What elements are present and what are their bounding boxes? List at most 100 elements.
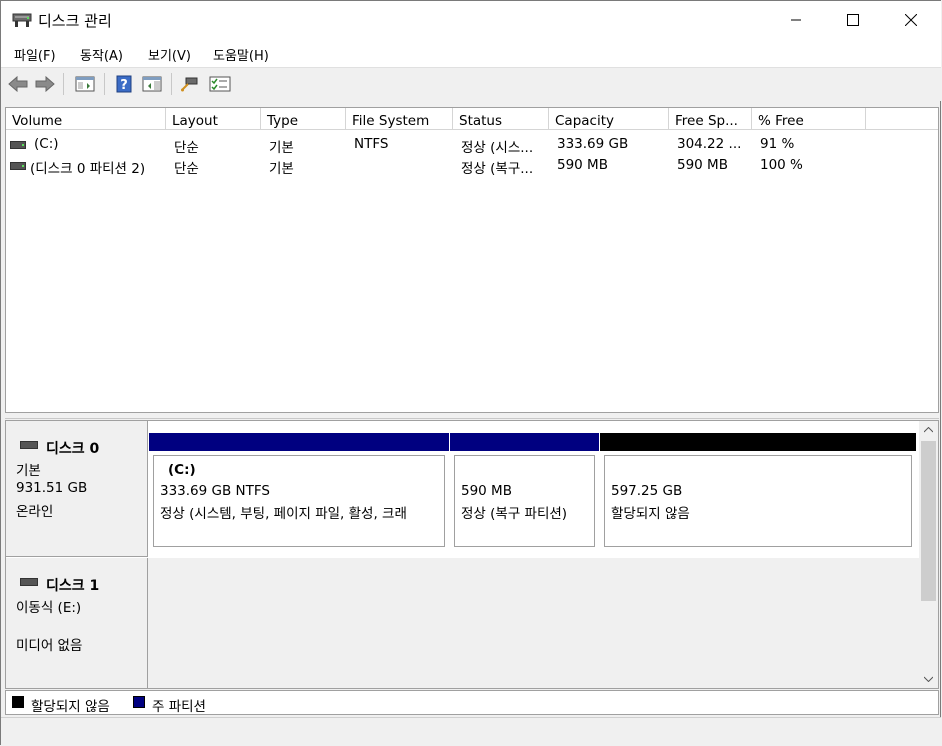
column-header-status[interactable]: Status bbox=[453, 108, 549, 130]
cell-percent-free: 100 % bbox=[760, 157, 803, 173]
menu-file[interactable]: 파일(F) bbox=[14, 45, 56, 64]
cell-type: 기본 bbox=[269, 161, 294, 177]
column-header-layout[interactable]: Layout bbox=[166, 108, 261, 130]
forward-button[interactable] bbox=[34, 74, 56, 94]
partition-recovery[interactable]: 590 MB 정상 (복구 파티션) bbox=[450, 433, 599, 551]
back-arrow-icon bbox=[8, 76, 28, 92]
table-row[interactable]: (C:) 단순 기본 NTFS 정상 (시스... 333.69 GB 304.… bbox=[6, 133, 936, 156]
column-header-file-system[interactable]: File System bbox=[346, 108, 453, 130]
properties-icon bbox=[209, 76, 231, 92]
disk-map-pane: 디스크 0 기본 931.51 GB 온라인 (C:) 333.69 GB NT… bbox=[5, 420, 939, 689]
disk-icon bbox=[20, 441, 38, 449]
status-bar bbox=[1, 717, 941, 746]
partition-size: 590 MB bbox=[461, 483, 512, 499]
legend-swatch-unallocated bbox=[12, 696, 24, 708]
disk-state: 미디어 없음 bbox=[16, 638, 83, 654]
partition-body: 590 MB 정상 (복구 파티션) bbox=[454, 455, 595, 547]
pane-splitter[interactable] bbox=[5, 413, 939, 419]
partition-c[interactable]: (C:) 333.69 GB NTFS 정상 (시스템, 부팅, 페이지 파일,… bbox=[149, 433, 449, 551]
disk-0-label[interactable]: 디스크 0 기본 931.51 GB 온라인 bbox=[6, 421, 148, 557]
disk-kind: 이동식 (E:) bbox=[16, 600, 82, 616]
cell-free-space: 590 MB bbox=[677, 157, 728, 173]
title-bar: 디스크 관리 bbox=[1, 1, 941, 39]
connect-icon bbox=[181, 77, 198, 92]
cell-file-system: NTFS bbox=[354, 136, 389, 152]
svg-text:?: ? bbox=[120, 78, 128, 93]
cell-layout: 단순 bbox=[174, 161, 199, 177]
maximize-button[interactable] bbox=[824, 1, 882, 39]
legend-label-primary: 주 파티션 bbox=[152, 699, 206, 715]
partition-color-bar bbox=[450, 433, 599, 451]
disk-management-window: 디스크 관리 파일(F) 동작(A) 보기(V) 도움말(H) ? Volume… bbox=[0, 0, 941, 746]
maximize-icon bbox=[847, 14, 859, 26]
menu-view[interactable]: 보기(V) bbox=[148, 45, 191, 64]
disk-name: 디스크 1 bbox=[46, 578, 100, 594]
table-row[interactable]: (디스크 0 파티션 2) 단순 기본 정상 (복구... 590 MB 590… bbox=[6, 154, 936, 177]
column-header-percent-free[interactable]: % Free bbox=[752, 108, 866, 130]
column-header-volume[interactable]: Volume bbox=[6, 108, 166, 130]
menu-action[interactable]: 동작(A) bbox=[80, 45, 123, 64]
cell-percent-free: 91 % bbox=[760, 136, 795, 152]
console-tree-icon bbox=[75, 76, 95, 92]
cell-volume: (C:) bbox=[34, 136, 59, 152]
column-header-filler bbox=[866, 108, 938, 130]
legend: 할당되지 않음 주 파티션 bbox=[5, 690, 939, 715]
legend-swatch-primary bbox=[133, 696, 145, 708]
forward-arrow-icon bbox=[35, 76, 55, 92]
partition-status: 정상 (시스템, 부팅, 페이지 파일, 활성, 크래 bbox=[160, 506, 407, 522]
disk-size: 931.51 GB bbox=[16, 480, 88, 496]
properties-button[interactable] bbox=[209, 74, 231, 94]
disk-pane-scrollbar[interactable] bbox=[919, 421, 938, 688]
close-icon bbox=[905, 14, 917, 26]
partition-body: 597.25 GB 할당되지 않음 bbox=[604, 455, 912, 547]
minimize-button[interactable] bbox=[767, 1, 825, 39]
partition-size: 597.25 GB bbox=[611, 483, 683, 499]
column-header-free-space[interactable]: Free Sp... bbox=[669, 108, 752, 130]
scroll-down-icon bbox=[924, 676, 933, 682]
back-button[interactable] bbox=[7, 74, 29, 94]
menu-bar: 파일(F) 동작(A) 보기(V) 도움말(H) bbox=[1, 39, 941, 68]
console-tree-button[interactable] bbox=[74, 74, 96, 94]
disk-name: 디스크 0 bbox=[46, 441, 100, 457]
close-button[interactable] bbox=[882, 1, 940, 39]
partition-unallocated[interactable]: 597.25 GB 할당되지 않음 bbox=[600, 433, 916, 551]
show-action-pane-icon bbox=[142, 76, 162, 92]
partition-label: (C:) bbox=[168, 462, 196, 478]
cell-capacity: 333.69 GB bbox=[557, 136, 629, 152]
legend-label-unallocated: 할당되지 않음 bbox=[31, 699, 110, 715]
toolbar-separator bbox=[171, 73, 172, 95]
cell-type: 기본 bbox=[269, 140, 294, 156]
partition-color-bar bbox=[600, 433, 916, 451]
toolbar-separator bbox=[63, 73, 64, 95]
partition-color-bar bbox=[149, 433, 449, 451]
cell-status: 정상 (복구... bbox=[461, 161, 534, 177]
partition-size: 333.69 GB NTFS bbox=[160, 483, 270, 499]
menu-help[interactable]: 도움말(H) bbox=[213, 45, 269, 64]
cell-free-space: 304.22 ... bbox=[677, 136, 742, 152]
partition-status: 정상 (복구 파티션) bbox=[461, 506, 568, 522]
cell-capacity: 590 MB bbox=[557, 157, 608, 173]
partition-body: (C:) 333.69 GB NTFS 정상 (시스템, 부팅, 페이지 파일,… bbox=[153, 455, 445, 547]
scroll-up-icon bbox=[924, 427, 933, 433]
column-header-type[interactable]: Type bbox=[261, 108, 346, 130]
volume-drive-icon bbox=[10, 141, 26, 149]
disk-1-label[interactable]: 디스크 1 이동식 (E:) 미디어 없음 bbox=[6, 558, 148, 688]
help-icon: ? bbox=[116, 75, 132, 93]
disk-state: 온라인 bbox=[16, 504, 54, 520]
connect-button[interactable] bbox=[179, 74, 201, 94]
toolbar-separator bbox=[104, 73, 105, 95]
partition-status: 할당되지 않음 bbox=[611, 506, 690, 522]
scrollbar-thumb[interactable] bbox=[921, 441, 936, 601]
window-title: 디스크 관리 bbox=[38, 12, 112, 30]
column-header-capacity[interactable]: Capacity bbox=[549, 108, 669, 130]
disk-management-app-icon bbox=[12, 11, 32, 29]
minimize-icon bbox=[791, 19, 801, 21]
show-action-pane-button[interactable] bbox=[141, 74, 163, 94]
disk-1-empty-area bbox=[148, 558, 919, 688]
toolbar: ? bbox=[1, 68, 941, 101]
volume-drive-icon bbox=[10, 162, 26, 170]
cell-status: 정상 (시스... bbox=[461, 140, 534, 156]
volume-list[interactable]: Volume Layout Type File System Status Ca… bbox=[5, 107, 939, 413]
disk-kind: 기본 bbox=[16, 463, 41, 479]
help-button[interactable]: ? bbox=[113, 74, 135, 94]
